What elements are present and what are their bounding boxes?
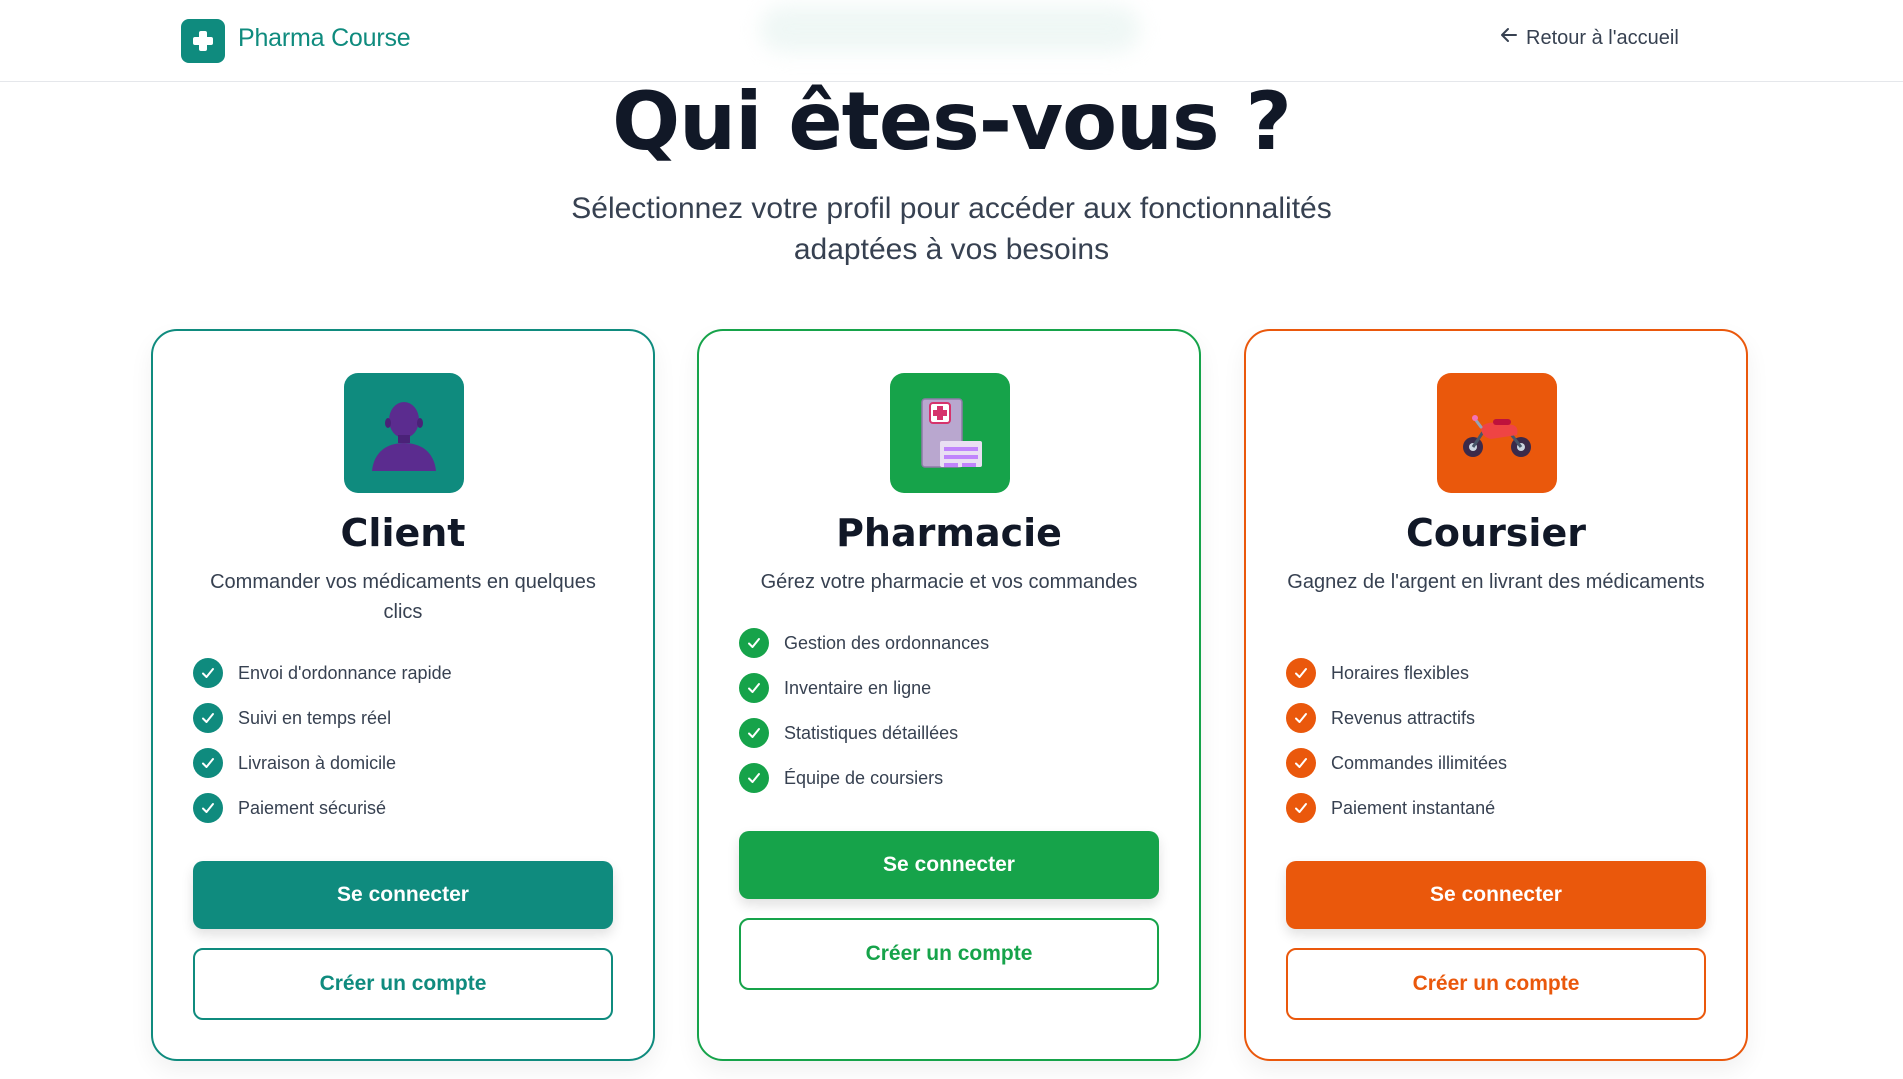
check-icon	[1286, 748, 1316, 778]
feature-item: Paiement sécurisé	[193, 793, 386, 823]
page-title: Qui êtes-vous ?	[612, 75, 1292, 168]
card-title: Client	[340, 511, 466, 555]
hospital-icon	[890, 373, 1010, 493]
page-subtitle: Sélectionnez votre profil pour accéder a…	[0, 188, 1903, 270]
feature-item: Commandes illimitées	[1286, 748, 1507, 778]
profile-card-client[interactable]: Client Commander vos médicaments en quel…	[151, 329, 655, 1061]
check-icon	[739, 718, 769, 748]
check-icon	[193, 748, 223, 778]
motorcycle-icon	[1437, 373, 1557, 493]
check-icon	[1286, 658, 1316, 688]
check-icon	[739, 763, 769, 793]
check-icon	[739, 628, 769, 658]
card-description: Gagnez de l'argent en livrant des médica…	[1287, 571, 1705, 593]
feature-label: Suivi en temps réel	[238, 707, 392, 728]
card-title: Pharmacie	[836, 511, 1062, 555]
blurred-banner	[760, 6, 1140, 52]
arrow-left-icon	[1500, 26, 1518, 50]
feature-item: Gestion des ordonnances	[739, 628, 989, 658]
feature-label: Statistiques détaillées	[784, 722, 959, 743]
check-icon	[1286, 793, 1316, 823]
brand-name[interactable]: Pharma Course	[238, 24, 411, 53]
feature-item: Suivi en temps réel	[193, 703, 391, 733]
feature-item: Envoi d'ordonnance rapide	[193, 658, 452, 688]
feature-item: Équipe de coursiers	[739, 763, 943, 793]
register-button[interactable]: Créer un compte	[739, 918, 1159, 990]
check-icon	[193, 658, 223, 688]
back-home-label: Retour à l'accueil	[1526, 26, 1679, 49]
feature-label: Horaires flexibles	[1331, 662, 1470, 683]
feature-label: Commandes illimitées	[1331, 752, 1508, 773]
login-button[interactable]: Se connecter	[739, 831, 1159, 899]
feature-item: Paiement instantané	[1286, 793, 1495, 823]
check-icon	[739, 673, 769, 703]
feature-item: Revenus attractifs	[1286, 703, 1475, 733]
person-icon	[344, 373, 464, 493]
back-home-link[interactable]: Retour à l'accueil	[1500, 26, 1679, 50]
feature-label: Envoi d'ordonnance rapide	[238, 662, 452, 683]
feature-label: Livraison à domicile	[238, 752, 397, 773]
feature-label: Gestion des ordonnances	[784, 632, 990, 653]
feature-item: Statistiques détaillées	[739, 718, 958, 748]
card-description: Commander vos médicaments en quelques cl…	[210, 571, 596, 623]
feature-label: Paiement instantané	[1331, 797, 1496, 818]
feature-label: Équipe de coursiers	[784, 767, 944, 788]
subtitle-line-1: Sélectionnez votre profil pour accéder a…	[571, 192, 1332, 225]
feature-label: Inventaire en ligne	[784, 677, 932, 698]
login-button[interactable]: Se connecter	[193, 861, 613, 929]
feature-label: Revenus attractifs	[1331, 707, 1476, 728]
login-button[interactable]: Se connecter	[1286, 861, 1706, 929]
check-icon	[193, 793, 223, 823]
feature-item: Horaires flexibles	[1286, 658, 1469, 688]
feature-item: Livraison à domicile	[193, 748, 396, 778]
register-button[interactable]: Créer un compte	[1286, 948, 1706, 1020]
subtitle-line-2: adaptées à vos besoins	[793, 233, 1110, 266]
profile-card-coursier[interactable]: Coursier Gagnez de l'argent en livrant d…	[1244, 329, 1748, 1061]
logo-cross-icon[interactable]	[181, 19, 225, 63]
card-description: Gérez votre pharmacie et vos commandes	[760, 571, 1138, 593]
top-header: Pharma Course Retour à l'accueil	[0, 0, 1903, 82]
check-icon	[193, 703, 223, 733]
check-icon	[1286, 703, 1316, 733]
feature-item: Inventaire en ligne	[739, 673, 931, 703]
profile-card-pharmacie[interactable]: Pharmacie Gérez votre pharmacie et vos c…	[697, 329, 1201, 1061]
feature-label: Paiement sécurisé	[238, 797, 387, 818]
card-title: Coursier	[1406, 511, 1586, 555]
register-button[interactable]: Créer un compte	[193, 948, 613, 1020]
